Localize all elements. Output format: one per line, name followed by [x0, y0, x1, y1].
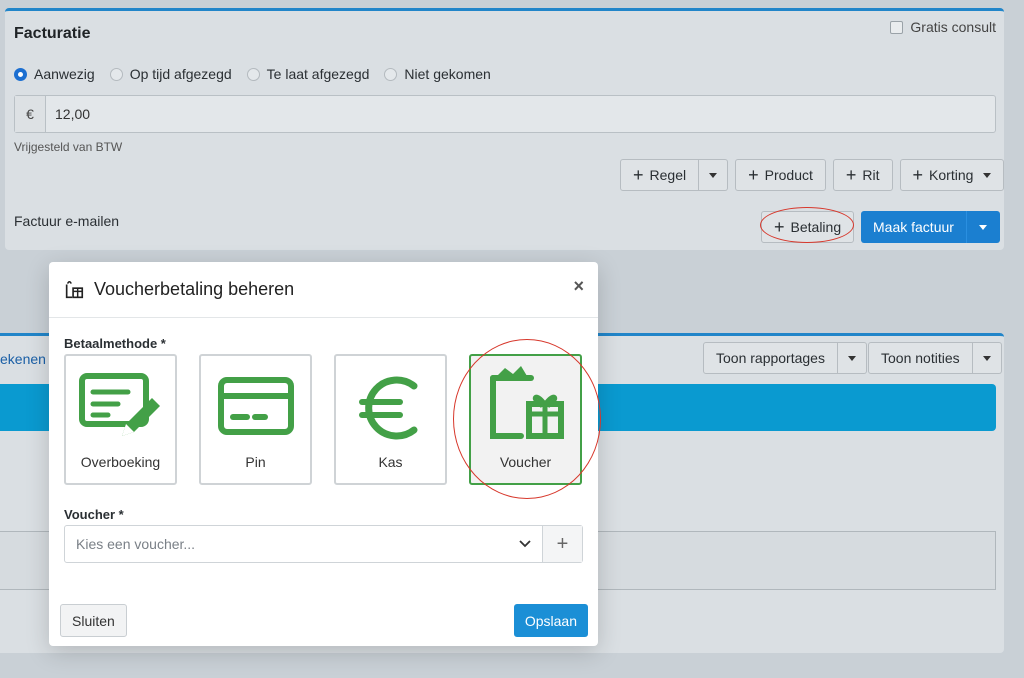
- invoice-title: Facturatie: [14, 25, 91, 42]
- vat-note: Vrijgesteld van BTW: [14, 140, 123, 154]
- caret-down-icon: [847, 355, 856, 361]
- gift-voucher-icon: [489, 366, 564, 439]
- caret-down-icon: [979, 224, 988, 230]
- method-tile-voucher[interactable]: Voucher: [469, 354, 582, 485]
- toon-notities-split-button: Toon notities: [868, 342, 1002, 374]
- toon-rapportages-dropdown[interactable]: [837, 342, 867, 374]
- radio-niet-gekomen[interactable]: Niet gekomen: [384, 66, 491, 82]
- radio-label: Op tijd afgezegd: [129, 66, 232, 82]
- button-label: Regel: [649, 167, 687, 183]
- radio-unselected-icon[interactable]: [246, 67, 260, 81]
- payment-method-tiles: Overboeking Pin Kas Voucher: [64, 354, 582, 485]
- plus-icon: +: [748, 165, 759, 185]
- plus-icon: +: [845, 165, 857, 185]
- plus-icon: +: [912, 165, 924, 185]
- gift-voucher-icon: [65, 280, 84, 298]
- checkbox-box[interactable]: [890, 20, 904, 34]
- gratis-consult-label: Gratis consult: [910, 19, 996, 35]
- email-invoice-label: Factuur e-mailen: [14, 213, 120, 229]
- add-regel-button[interactable]: + Regel: [620, 159, 700, 191]
- voucher-select-placeholder[interactable]: Kies een voucher...: [65, 526, 508, 562]
- chevron-down-icon[interactable]: [508, 526, 542, 562]
- plus-icon: +: [774, 217, 785, 237]
- modal-title: Voucherbetaling beheren: [94, 279, 295, 299]
- gratis-consult-checkbox[interactable]: Gratis consult: [890, 19, 996, 35]
- method-tile-overboeking[interactable]: Overboeking: [64, 354, 177, 485]
- radio-unselected-icon[interactable]: [109, 67, 123, 81]
- plus-icon: +: [633, 165, 644, 185]
- add-line-toolbar: + Regel + Product + Rit + Korting: [620, 159, 1005, 191]
- partial-tab-link[interactable]: ekenen: [0, 351, 46, 367]
- maak-factuur-dropdown-toggle[interactable]: [965, 211, 1000, 243]
- voucher-label: Voucher *: [64, 507, 124, 522]
- voucher-payment-modal: Voucherbetaling beheren × Betaalmethode …: [49, 262, 601, 646]
- radio-label: Te laat afgezegd: [266, 66, 370, 82]
- add-voucher-button[interactable]: +: [542, 526, 582, 562]
- button-label: Product: [764, 167, 813, 183]
- radio-label: Aanwezig: [34, 66, 95, 82]
- credit-card-icon: [217, 377, 294, 435]
- add-betaling-button[interactable]: + Betaling: [761, 211, 855, 243]
- close-icon[interactable]: ×: [573, 276, 584, 297]
- invoice-card: Facturatie Gratis consult Aanwezig Op ti…: [5, 8, 1005, 250]
- close-button[interactable]: Sluiten: [60, 604, 127, 637]
- method-tile-pin[interactable]: Pin: [199, 354, 312, 485]
- radio-aanwezig[interactable]: Aanwezig: [14, 66, 95, 82]
- bank-transfer-icon: [78, 373, 160, 436]
- radio-op-tijd-afgezegd[interactable]: Op tijd afgezegd: [109, 66, 232, 82]
- save-button[interactable]: Opslaan: [513, 604, 588, 637]
- button-label: Betaling: [790, 219, 842, 235]
- method-label: Voucher: [499, 454, 552, 470]
- regel-dropdown-toggle[interactable]: [699, 159, 729, 191]
- currency-addon: €: [15, 96, 46, 132]
- modal-header: Voucherbetaling beheren ×: [49, 262, 598, 318]
- method-label: Overboeking: [80, 454, 161, 470]
- caret-down-icon: [709, 172, 718, 178]
- toon-rapportages-split-button: Toon rapportages: [703, 342, 867, 374]
- method-tile-kas[interactable]: Kas: [334, 354, 447, 485]
- radio-unselected-icon[interactable]: [384, 67, 398, 81]
- regel-split-button: + Regel: [620, 159, 729, 191]
- amount-input[interactable]: 12,00: [46, 96, 90, 132]
- radio-te-laat-afgezegd[interactable]: Te laat afgezegd: [246, 66, 370, 82]
- caret-down-icon: [983, 172, 992, 178]
- maak-factuur-button[interactable]: Maak factuur: [861, 211, 966, 243]
- toon-rapportages-button[interactable]: Toon rapportages: [703, 342, 838, 374]
- add-rit-button[interactable]: + Rit: [832, 159, 893, 191]
- euro-icon: [358, 376, 417, 440]
- method-label: Kas: [378, 454, 403, 470]
- button-label: Rit: [862, 167, 880, 183]
- button-label: Korting: [929, 167, 974, 183]
- radio-label: Niet gekomen: [404, 66, 491, 82]
- payment-method-label: Betaalmethode *: [64, 336, 166, 351]
- voucher-select[interactable]: Kies een voucher... +: [64, 525, 583, 563]
- method-label: Pin: [245, 454, 266, 470]
- add-product-button[interactable]: + Product: [735, 159, 826, 191]
- add-korting-button[interactable]: + Korting: [899, 159, 1005, 191]
- toon-notities-button[interactable]: Toon notities: [868, 342, 973, 374]
- toon-notities-dropdown[interactable]: [972, 342, 1002, 374]
- radio-selected-icon[interactable]: [14, 67, 27, 81]
- caret-down-icon: [982, 355, 991, 361]
- maak-factuur-split-button: Maak factuur: [861, 211, 1000, 243]
- amount-input-group: € 12,00: [14, 95, 996, 133]
- attendance-radio-group: Aanwezig Op tijd afgezegd Te laat afgeze…: [14, 66, 491, 82]
